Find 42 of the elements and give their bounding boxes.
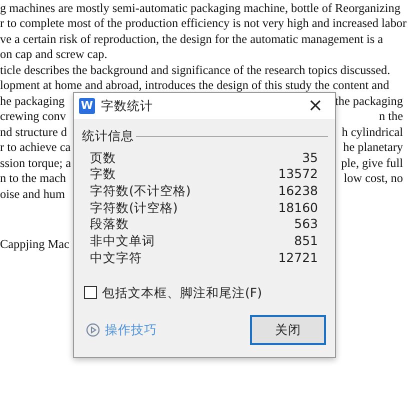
close-button[interactable]: 关闭	[250, 315, 326, 346]
document-text: n the	[378, 110, 403, 122]
stat-label: 中文字符	[90, 248, 142, 267]
stat-value: 35	[302, 148, 318, 167]
checkbox-label: 包括文本框、脚注和尾注(F)	[102, 284, 262, 302]
group-label: 统计信息	[82, 127, 134, 145]
stat-label: 字数	[90, 165, 116, 184]
stat-label: 段落数	[90, 215, 129, 234]
document-text: oise and hum	[0, 188, 65, 200]
document-text: ple, give full	[341, 156, 403, 169]
stat-value: 563	[294, 215, 318, 234]
document-text: ve a certain risk of reproduction, the design for the automatic management is a	[0, 32, 384, 45]
document-text: on cap and screw cap.	[0, 48, 108, 60]
stat-value: 16238	[278, 182, 318, 200]
document-text: ticle describes the background and significance of the research topics discussed.	[0, 64, 390, 76]
document-text: he packaging	[0, 94, 65, 107]
document-text: nd structure d	[0, 126, 68, 138]
document-text: ssion torque; a	[0, 156, 72, 169]
app-icon: W	[79, 98, 95, 114]
dialog-title: 字数统计	[101, 96, 153, 115]
play-icon	[86, 323, 100, 338]
document-text: h cylindrical	[342, 126, 403, 138]
document-text: he planetary	[343, 141, 403, 154]
document-text: r to achieve ca	[0, 141, 71, 154]
checkbox[interactable]	[84, 286, 97, 300]
document-text: g machines are mostly semi-automatic packaging machine, bottle of Reorganizing	[0, 2, 400, 14]
document-text: lopment at home and abroad, introduces the design of this study the content and	[0, 79, 390, 92]
document-text: n to the mach	[0, 172, 66, 184]
document-text: r to complete most of the production efficiency is not very high and increased labor	[0, 17, 407, 30]
document-text: low cost, no	[344, 172, 403, 184]
stat-value: 851	[294, 232, 318, 250]
stat-value: 18160	[278, 198, 318, 217]
document-text: Cappjing Mac	[0, 238, 70, 250]
stat-value: 13572	[278, 165, 318, 184]
stat-value: 12721	[278, 248, 318, 267]
stat-label: 页数	[90, 148, 116, 167]
stat-label: 字符数(计空格)	[90, 198, 178, 217]
document-text: crewing conv	[0, 110, 66, 122]
close-button[interactable]: ×	[302, 97, 329, 115]
stat-label: 非中文单词	[90, 232, 155, 250]
stat-label: 字符数(不计空格)	[90, 182, 191, 200]
document-text: the packaging	[334, 94, 403, 107]
